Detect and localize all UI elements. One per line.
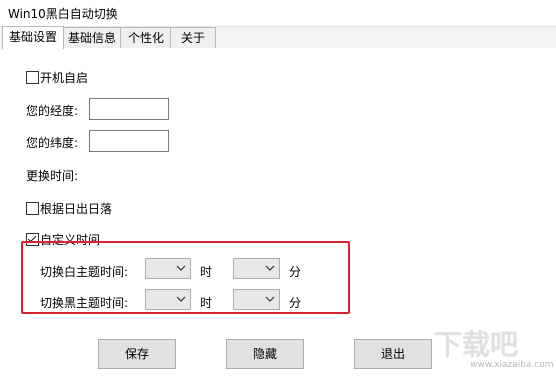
tab-basic-info[interactable]: 基础信息 bbox=[62, 27, 122, 48]
title-bar: Win10黑白自动切换 bbox=[0, 0, 556, 27]
exit-button[interactable]: 退出 bbox=[354, 339, 432, 369]
tab-about[interactable]: 关于 bbox=[170, 27, 216, 48]
longitude-label: 您的经度: bbox=[26, 104, 79, 118]
window-title: Win10黑白自动切换 bbox=[8, 7, 118, 21]
longitude-input[interactable] bbox=[89, 98, 169, 120]
hide-button[interactable]: 隐藏 bbox=[226, 339, 304, 369]
sunrise-sunset-label: 根据日出日落 bbox=[40, 202, 113, 216]
change-time-label: 更换时间: bbox=[26, 169, 79, 183]
watermark-logo-icon: 下载吧 bbox=[434, 328, 518, 361]
tab-personalize[interactable]: 个性化 bbox=[120, 27, 172, 48]
save-button[interactable]: 保存 bbox=[98, 339, 176, 369]
latitude-label: 您的纬度: bbox=[26, 136, 79, 150]
tab-strip: 基础设置 基础信息 个性化 关于 bbox=[0, 26, 556, 49]
autostart-checkbox[interactable] bbox=[26, 71, 39, 84]
latitude-input[interactable] bbox=[89, 130, 169, 152]
autostart-label: 开机自启 bbox=[40, 71, 89, 85]
highlight-box bbox=[21, 241, 350, 314]
watermark-url: www.xiazaiba.com bbox=[470, 360, 554, 370]
sunrise-sunset-checkbox[interactable] bbox=[26, 202, 39, 215]
tab-basic-settings[interactable]: 基础设置 bbox=[2, 26, 64, 49]
watermark: 下载吧 www.xiazaiba.com bbox=[432, 326, 554, 372]
svg-text:下载吧: 下载吧 bbox=[434, 328, 518, 360]
